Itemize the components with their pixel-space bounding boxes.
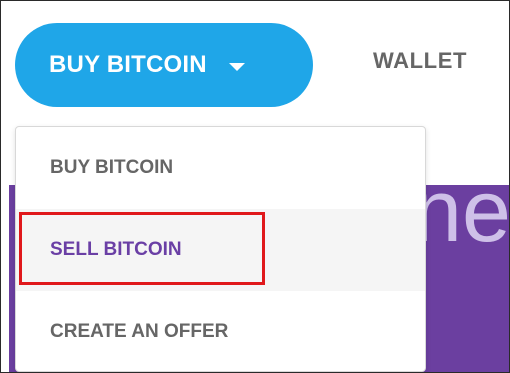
menu-item-create-an-offer[interactable]: CREATE AN OFFER (16, 291, 425, 371)
buy-bitcoin-dropdown-menu: BUY BITCOIN SELL BITCOIN CREATE AN OFFER (15, 126, 426, 372)
buy-bitcoin-button-label: BUY BITCOIN (49, 51, 207, 78)
page-frame: ne BUY BITCOIN WALLET BUY BITCOIN SELL B… (0, 0, 510, 373)
menu-item-buy-bitcoin[interactable]: BUY BITCOIN (16, 127, 425, 209)
menu-item-label: BUY BITCOIN (50, 157, 174, 178)
nav-wallet-link[interactable]: WALLET (373, 48, 467, 74)
menu-item-sell-bitcoin[interactable]: SELL BITCOIN (16, 209, 425, 291)
menu-item-label: CREATE AN OFFER (50, 321, 229, 342)
hero-heading-fragment: ne (413, 185, 510, 260)
caret-down-icon (228, 62, 245, 71)
menu-item-label: SELL BITCOIN (50, 239, 182, 260)
buy-bitcoin-dropdown-button[interactable]: BUY BITCOIN (15, 23, 313, 107)
